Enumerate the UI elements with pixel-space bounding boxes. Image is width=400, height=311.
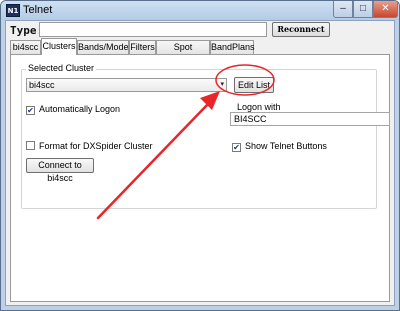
title-bar[interactable]: N1 Telnet – □ ✕ — [1, 1, 399, 20]
auto-logon-row[interactable]: ✔ Automatically Logon — [26, 104, 120, 115]
tab-bi4scc[interactable]: bi4scc — [10, 40, 41, 54]
chevron-down-icon: ▾ — [220, 81, 224, 88]
logon-with-label: Logon with — [237, 102, 281, 112]
auto-logon-checkbox[interactable]: ✔ — [26, 106, 35, 115]
close-button[interactable]: ✕ — [373, 1, 398, 18]
tab-bands-modes[interactable]: Bands/Modes — [77, 40, 133, 54]
minimize-button[interactable]: – — [333, 1, 353, 18]
client-area: Type: Reconnect bi4scc Clusters Bands/Mo… — [5, 20, 395, 306]
dxspider-format-label: Format for DXSpider Cluster — [39, 141, 153, 151]
logon-with-input[interactable]: BI4SCC — [230, 112, 390, 126]
tab-spot-comment[interactable]: Spot Comment — [156, 40, 210, 65]
tab-clusters[interactable]: Clusters — [41, 38, 77, 55]
reconnect-button[interactable]: Reconnect — [272, 22, 330, 37]
show-telnet-buttons-label: Show Telnet Buttons — [245, 141, 327, 151]
dxspider-format-checkbox[interactable] — [26, 141, 35, 150]
selected-cluster-group: Selected Cluster bi4scc ▾ Edit List ✔ Aut… — [21, 63, 390, 209]
window-title: Telnet — [23, 4, 53, 16]
connect-button[interactable]: Connect to bi4scc — [26, 158, 94, 183]
auto-logon-label: Automatically Logon — [39, 104, 121, 114]
app-icon: N1 — [6, 4, 20, 17]
dxspider-format-row[interactable]: Format for DXSpider Cluster — [26, 141, 153, 152]
cluster-select-value: bi4scc — [29, 80, 55, 90]
command-input[interactable] — [39, 22, 267, 37]
cluster-select[interactable]: bi4scc ▾ — [26, 78, 227, 92]
clusters-panel: Selected Cluster bi4scc ▾ Edit List ✔ Aut… — [10, 54, 390, 302]
maximize-button[interactable]: □ — [353, 1, 373, 18]
edit-list-button[interactable]: Edit List — [234, 77, 274, 93]
group-label: Selected Cluster — [26, 63, 97, 73]
show-telnet-buttons-checkbox[interactable]: ✔ — [232, 143, 241, 152]
tab-bandplans[interactable]: BandPlans — [210, 40, 255, 54]
show-telnet-buttons-row[interactable]: ✔ Show Telnet Buttons — [232, 141, 327, 152]
telnet-window: N1 Telnet – □ ✕ Type: Reconnect bi4scc C… — [0, 0, 400, 311]
tab-filters[interactable]: Filters — [129, 40, 156, 54]
